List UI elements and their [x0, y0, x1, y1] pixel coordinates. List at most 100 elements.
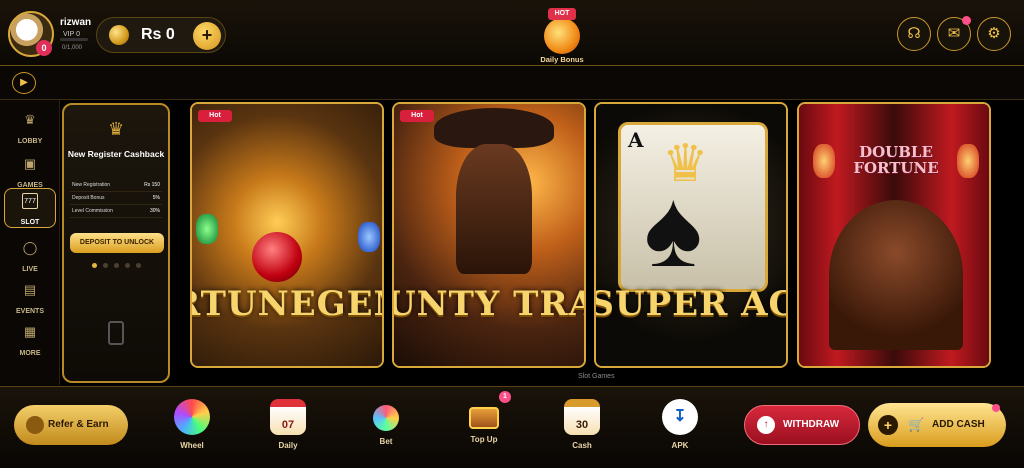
- download-icon: ↧: [662, 399, 698, 435]
- nav-label: LIVE: [22, 266, 38, 273]
- withdraw-label: WITHDRAW: [783, 419, 840, 430]
- table-row: New Registration Rs 150: [70, 179, 162, 192]
- nav-item-more[interactable]: ▦ MORE: [4, 320, 56, 360]
- gear-icon[interactable]: ⚙: [977, 17, 1011, 51]
- nav-item-lobby[interactable]: ♛ LOBBY: [4, 108, 56, 148]
- section-label: Slot Games: [578, 373, 615, 380]
- nav-item-live[interactable]: ◯ LIVE: [4, 236, 56, 276]
- play-icon: ◯: [22, 240, 38, 255]
- balance-amount: Rs 0: [141, 26, 175, 43]
- carousel-dot[interactable]: [103, 263, 108, 268]
- game-title: UNTY TRA: [392, 284, 586, 324]
- row-key: Deposit Bonus: [70, 191, 134, 205]
- cashback-promo-card[interactable]: ♛ New Register Cashback New Registration…: [62, 103, 170, 383]
- headset-icon[interactable]: ☊: [897, 17, 931, 51]
- wheel-label: Wheel: [180, 441, 204, 450]
- add-cash-button[interactable]: + 🛒 ADD CASH: [868, 403, 1006, 447]
- refer-label: Refer & Earn: [48, 419, 109, 430]
- crown-icon: ♛: [108, 119, 125, 139]
- carousel-dot[interactable]: [125, 263, 130, 268]
- carousel-dots: [92, 263, 142, 269]
- plus-icon: +: [878, 415, 898, 435]
- chest-icon: [469, 407, 499, 429]
- lantern-icon: [957, 144, 979, 178]
- row-key: Level Commission: [70, 204, 134, 218]
- grid-icon: ▦: [23, 324, 37, 339]
- game-card-fortune-gems[interactable]: Hot RTUNEGEM: [190, 102, 384, 368]
- crown-icon: ♛: [662, 135, 709, 193]
- sapphire-gem-icon: [358, 222, 380, 252]
- couple-portrait: [829, 200, 963, 350]
- apk-button[interactable]: ↧ APK: [656, 399, 704, 459]
- daily-button[interactable]: 07 Daily: [264, 399, 312, 459]
- game-card-bounty[interactable]: Hot UNTY TRA: [392, 102, 586, 368]
- balance-pill: Rs 0 +: [96, 17, 226, 53]
- refer-and-earn-button[interactable]: Refer & Earn: [14, 405, 128, 445]
- bet-label: Bet: [379, 437, 393, 446]
- nav-item-events[interactable]: ▤ EVENTS: [4, 278, 56, 318]
- nav-item-slot[interactable]: 777 SLOT: [4, 188, 56, 228]
- cart-icon: 🛒: [908, 417, 925, 432]
- calendar-cash-icon: 30: [564, 399, 600, 435]
- row-value: 5%: [133, 191, 162, 205]
- ruby-gem-icon: [252, 232, 302, 282]
- coin-icon: [109, 25, 129, 45]
- withdraw-button[interactable]: ↑ WITHDRAW: [744, 405, 860, 445]
- daily-label: Daily: [278, 441, 298, 450]
- wheel-icon: [174, 399, 210, 435]
- daily-bonus-label: Daily Bonus: [540, 55, 584, 64]
- table-row: Deposit Bonus 5%: [70, 191, 162, 205]
- promo-title: New Register Cashback: [67, 149, 165, 159]
- row-value: Rs 150: [133, 179, 162, 192]
- hot-badge: HOT: [548, 8, 576, 20]
- top-up-badge: 1: [499, 391, 511, 403]
- nav-label: LOBBY: [17, 138, 43, 145]
- crown-icon: ♛: [24, 112, 36, 127]
- daily-bonus-button[interactable]: HOT Daily Bonus: [534, 4, 590, 64]
- emerald-gem-icon: [196, 214, 218, 244]
- add-balance-button[interactable]: +: [193, 22, 221, 50]
- table-row: Level Commission 30%: [70, 204, 162, 218]
- nav-label: EVENTS: [15, 308, 44, 315]
- top-up-label: Top Up: [470, 435, 498, 444]
- hot-badge: Hot: [400, 110, 434, 122]
- username: rizwan: [60, 17, 92, 28]
- top-up-button[interactable]: Top Up: [460, 399, 508, 459]
- bet-button[interactable]: Bet: [362, 399, 410, 459]
- game-card-super-ace[interactable]: A ♠ ♛ SUPER AC: [594, 102, 788, 368]
- slot-777-icon: 777: [22, 193, 38, 209]
- nav-item-games[interactable]: ▣ GAMES: [4, 152, 56, 192]
- game-title: DOUBLE FORTUNE: [853, 143, 939, 177]
- vip-progress-bar: [60, 38, 88, 41]
- row-key: New Registration: [70, 179, 134, 192]
- phone-icon: [108, 321, 124, 345]
- refer-icon: [26, 416, 44, 434]
- carousel-dot[interactable]: [136, 263, 141, 268]
- mail-notification-dot: [962, 16, 971, 25]
- cowboy-figure: [456, 144, 532, 274]
- calendar-icon: ▤: [23, 282, 37, 297]
- game-card-double-fortune[interactable]: DOUBLE FORTUNE: [797, 102, 991, 368]
- wheel-button[interactable]: Wheel: [168, 399, 216, 459]
- announcement-bar: ▶: [0, 66, 1024, 100]
- ace-letter: A: [628, 128, 644, 152]
- announcement-icon[interactable]: ▶: [12, 72, 36, 94]
- bottom-bar: Refer & Earn Wheel 07 Daily Bet Top Up 3…: [0, 386, 1024, 468]
- game-title: SUPER AC: [594, 284, 788, 324]
- carousel-dot[interactable]: [114, 263, 119, 268]
- add-cash-notification-dot: [992, 404, 1000, 412]
- nav-label: SLOT: [20, 219, 40, 226]
- gamepad-icon: ▣: [23, 156, 37, 171]
- cash-button[interactable]: 30 Cash: [558, 399, 606, 459]
- daily-bonus-icon: [544, 18, 580, 54]
- lantern-icon: [813, 144, 835, 178]
- deposit-to-unlock-button[interactable]: DEPOSIT TO UNLOCK: [70, 233, 164, 253]
- side-nav: ♛ LOBBY ▣ GAMES 777 SLOT ◯ LIVE ▤ EVENTS…: [0, 100, 60, 385]
- add-cash-label: ADD CASH: [932, 419, 985, 430]
- bet-wheel-icon: [373, 405, 399, 431]
- cash-label: Cash: [572, 441, 592, 450]
- avatar-badge: 0: [36, 40, 52, 56]
- carousel-dot[interactable]: [92, 263, 97, 268]
- promo-table: New Registration Rs 150 Deposit Bonus 5% L…: [70, 179, 162, 218]
- hot-badge: Hot: [198, 110, 232, 122]
